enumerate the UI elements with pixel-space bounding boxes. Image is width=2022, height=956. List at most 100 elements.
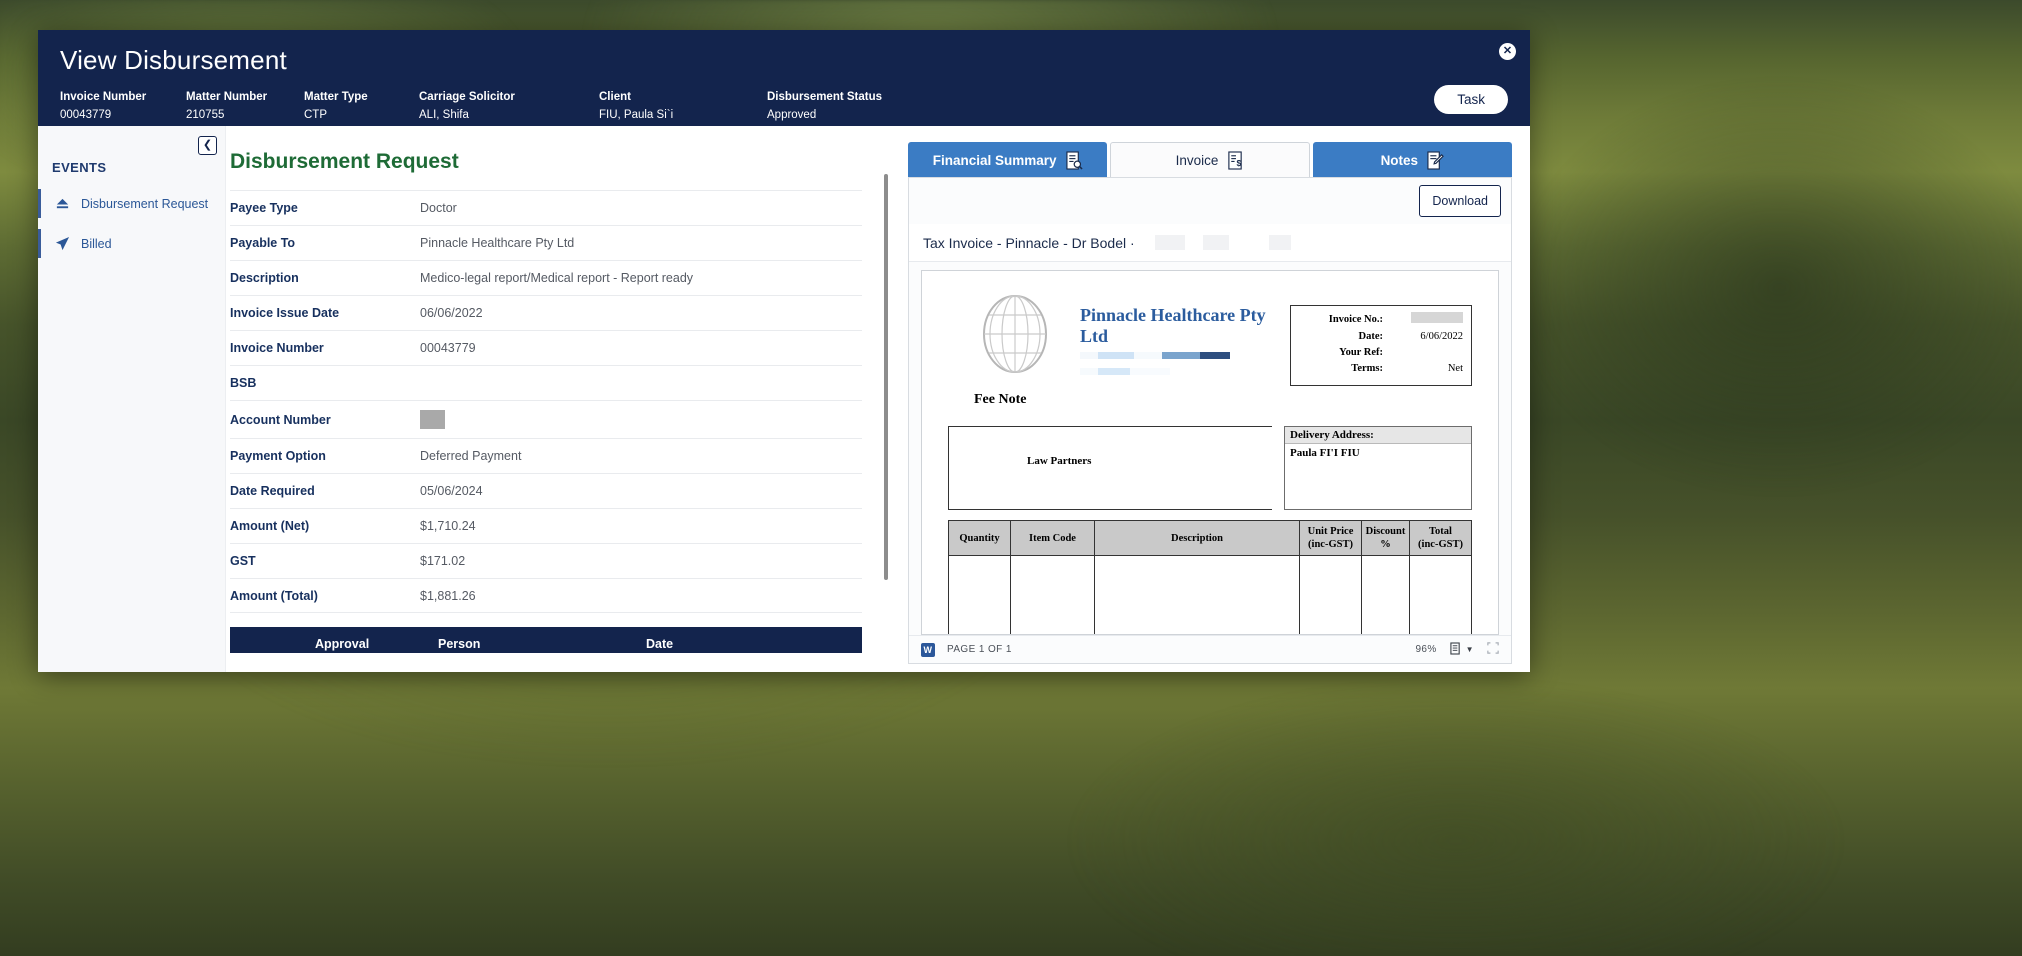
header-field-value: 210755 xyxy=(186,109,225,121)
tab-label: Notes xyxy=(1380,152,1419,168)
document-pen-icon xyxy=(1427,150,1444,170)
detail-label: Terms: xyxy=(1351,363,1383,374)
table-row: Invoice Issue Date 06/06/2022 xyxy=(230,295,862,330)
tab-notes[interactable]: Notes xyxy=(1312,142,1512,177)
field-label: Account Number xyxy=(230,412,331,427)
header-field-client: Client FIU, Paula Si`i xyxy=(599,90,767,123)
blur-line xyxy=(1080,368,1290,375)
tab-invoice[interactable]: Invoice $ xyxy=(1110,142,1310,177)
bill-to-box: Law Partners xyxy=(948,426,1272,510)
events-sidebar: ❮ EVENTS Disbursement Request Billed xyxy=(38,126,226,672)
fit-page-icon[interactable] xyxy=(1487,642,1499,657)
header-field-label: Matter Type xyxy=(304,91,368,103)
field-label: Payee Type xyxy=(230,201,298,215)
header-field-value: 00043779 xyxy=(60,109,112,121)
field-value: 06/06/2022 xyxy=(420,306,483,320)
form-scroll-area: Disbursement Request Payee Type Doctor P… xyxy=(226,150,890,672)
field-label: Payment Option xyxy=(230,449,326,463)
cell-total xyxy=(1409,555,1472,634)
field-label: Invoice Issue Date xyxy=(230,306,340,320)
sidebar-item-disbursement-request[interactable]: Disbursement Request xyxy=(38,189,225,218)
document-viewer: Download Tax Invoice - Pinnacle - Dr Bod… xyxy=(908,177,1512,664)
delivery-address-value: Paula FI'I FIU xyxy=(1290,447,1360,459)
field-label: Amount (Total) xyxy=(230,588,318,603)
header-field-value: FIU, Paula Si`i xyxy=(599,109,674,121)
page-status: PAGE 1 OF 1 xyxy=(947,644,1012,655)
document-footer: W PAGE 1 OF 1 96% ▼ xyxy=(909,635,1511,663)
table-row: Amount (Total) $1,881.26 xyxy=(230,578,862,613)
column-header-quantity: Quantity xyxy=(948,520,1011,556)
invoice-company-name: Pinnacle Healthcare Pty Ltd xyxy=(1080,305,1266,346)
detail-label: Invoice No.: xyxy=(1328,314,1383,325)
page-view-icon[interactable] xyxy=(1450,641,1461,658)
header-field-label: Matter Number xyxy=(186,91,268,103)
footer-right-controls: 96% ▼ xyxy=(1415,641,1499,658)
chevron-left-icon[interactable]: ❮ xyxy=(198,136,217,155)
column-header-date: Date xyxy=(646,637,674,651)
column-header-person: Person xyxy=(438,637,481,651)
header-field-list: Invoice Number 00043779 Matter Number 21… xyxy=(60,90,1508,123)
invoice-header: Pinnacle Healthcare Pty Ltd Invoice No.: xyxy=(948,293,1472,386)
header-field-disbursement-status: Disbursement Status Approved xyxy=(767,90,882,123)
form-scrollbar[interactable] xyxy=(884,174,888,580)
download-button[interactable]: Download xyxy=(1419,185,1501,217)
blur-block xyxy=(1268,235,1291,250)
invoice-items-table: Quantity Item Code Description Unit Pric… xyxy=(948,520,1472,634)
column-header-total: Total (inc-GST) xyxy=(1409,520,1472,556)
task-button[interactable]: Task xyxy=(1434,85,1508,114)
close-icon[interactable]: ✕ xyxy=(1499,43,1516,60)
field-value: $1,881.26 xyxy=(420,588,476,603)
disbursement-form-pane: Disbursement Request Payee Type Doctor P… xyxy=(226,126,890,672)
table-row xyxy=(948,555,1472,634)
table-row: Invoice Number 00043779 xyxy=(230,330,862,365)
total-line2: (inc-GST) xyxy=(1418,539,1463,550)
cell-description xyxy=(1094,555,1300,634)
field-label: BSB xyxy=(230,376,257,390)
sidebar-item-billed[interactable]: Billed xyxy=(38,229,225,258)
field-label: Amount (Net) xyxy=(230,519,310,533)
table-row: Description Medico-legal report/Medical … xyxy=(230,260,862,295)
document-page-wrap: Pinnacle Healthcare Pty Ltd Invoice No.: xyxy=(909,262,1511,635)
chevron-down-icon[interactable]: ▼ xyxy=(1466,645,1474,654)
events-heading: EVENTS xyxy=(52,160,107,175)
header-field-value: ALI, Shifa xyxy=(419,109,469,121)
approval-table-header: Approval Person Date xyxy=(230,627,862,653)
field-value: Pinnacle Healthcare Pty Ltd xyxy=(420,236,575,250)
zoom-level: 96% xyxy=(1415,644,1437,655)
delivery-address-box: Delivery Address: Paula FI'I FIU xyxy=(1284,426,1472,510)
column-header-item-code: Item Code xyxy=(1010,520,1095,556)
detail-value: Net xyxy=(1447,363,1463,374)
table-row: Amount (Net) $1,710.24 xyxy=(230,508,862,543)
sidebar-item-label: Disbursement Request xyxy=(81,196,209,211)
field-value: Medico-legal report/Medical report - Rep… xyxy=(420,271,694,285)
document-name: Tax Invoice - Pinnacle - Dr Bodel · xyxy=(923,234,1135,251)
globe-icon xyxy=(974,293,1056,375)
tab-financial-summary[interactable]: Financial Summary xyxy=(908,142,1108,177)
invoice-detail-row: Date: 6/06/2022 xyxy=(1299,329,1464,345)
column-header-unit-price: Unit Price (inc-GST) xyxy=(1299,520,1362,556)
events-spacer xyxy=(38,218,225,229)
invoice-details-box: Invoice No.: Date: 6/06/2022 Your Ref: T… xyxy=(1290,305,1472,386)
field-label: Description xyxy=(230,271,299,285)
invoice-address-row: Law Partners Delivery Address: Paula FI'… xyxy=(948,426,1472,510)
blur-block xyxy=(1202,235,1229,250)
cell-item-code xyxy=(1010,555,1095,634)
header-field-label: Carriage Solicitor xyxy=(419,91,515,103)
status-badge: Approved xyxy=(767,109,817,121)
page-title: View Disbursement xyxy=(60,45,287,75)
detail-value-redacted xyxy=(1393,312,1463,329)
table-row: GST $171.02 xyxy=(230,543,862,578)
invoice-company-block: Pinnacle Healthcare Pty Ltd xyxy=(1080,293,1290,375)
redaction-block xyxy=(420,410,445,429)
table-row: Payee Type Doctor xyxy=(230,190,862,225)
table-row: Payable To Pinnacle Healthcare Pty Ltd xyxy=(230,225,862,260)
blur-line xyxy=(1080,352,1290,359)
field-value: Doctor xyxy=(420,201,457,215)
unit-price-line2: (inc-GST) xyxy=(1308,539,1353,550)
unit-price-line1: Unit Price xyxy=(1307,526,1354,537)
form-title: Disbursement Request xyxy=(230,150,459,173)
header-field-matter-type: Matter Type CTP xyxy=(304,90,419,123)
field-value: Deferred Payment xyxy=(420,449,522,463)
field-value-redacted xyxy=(420,410,862,429)
detail-label: Your Ref: xyxy=(1339,347,1383,358)
